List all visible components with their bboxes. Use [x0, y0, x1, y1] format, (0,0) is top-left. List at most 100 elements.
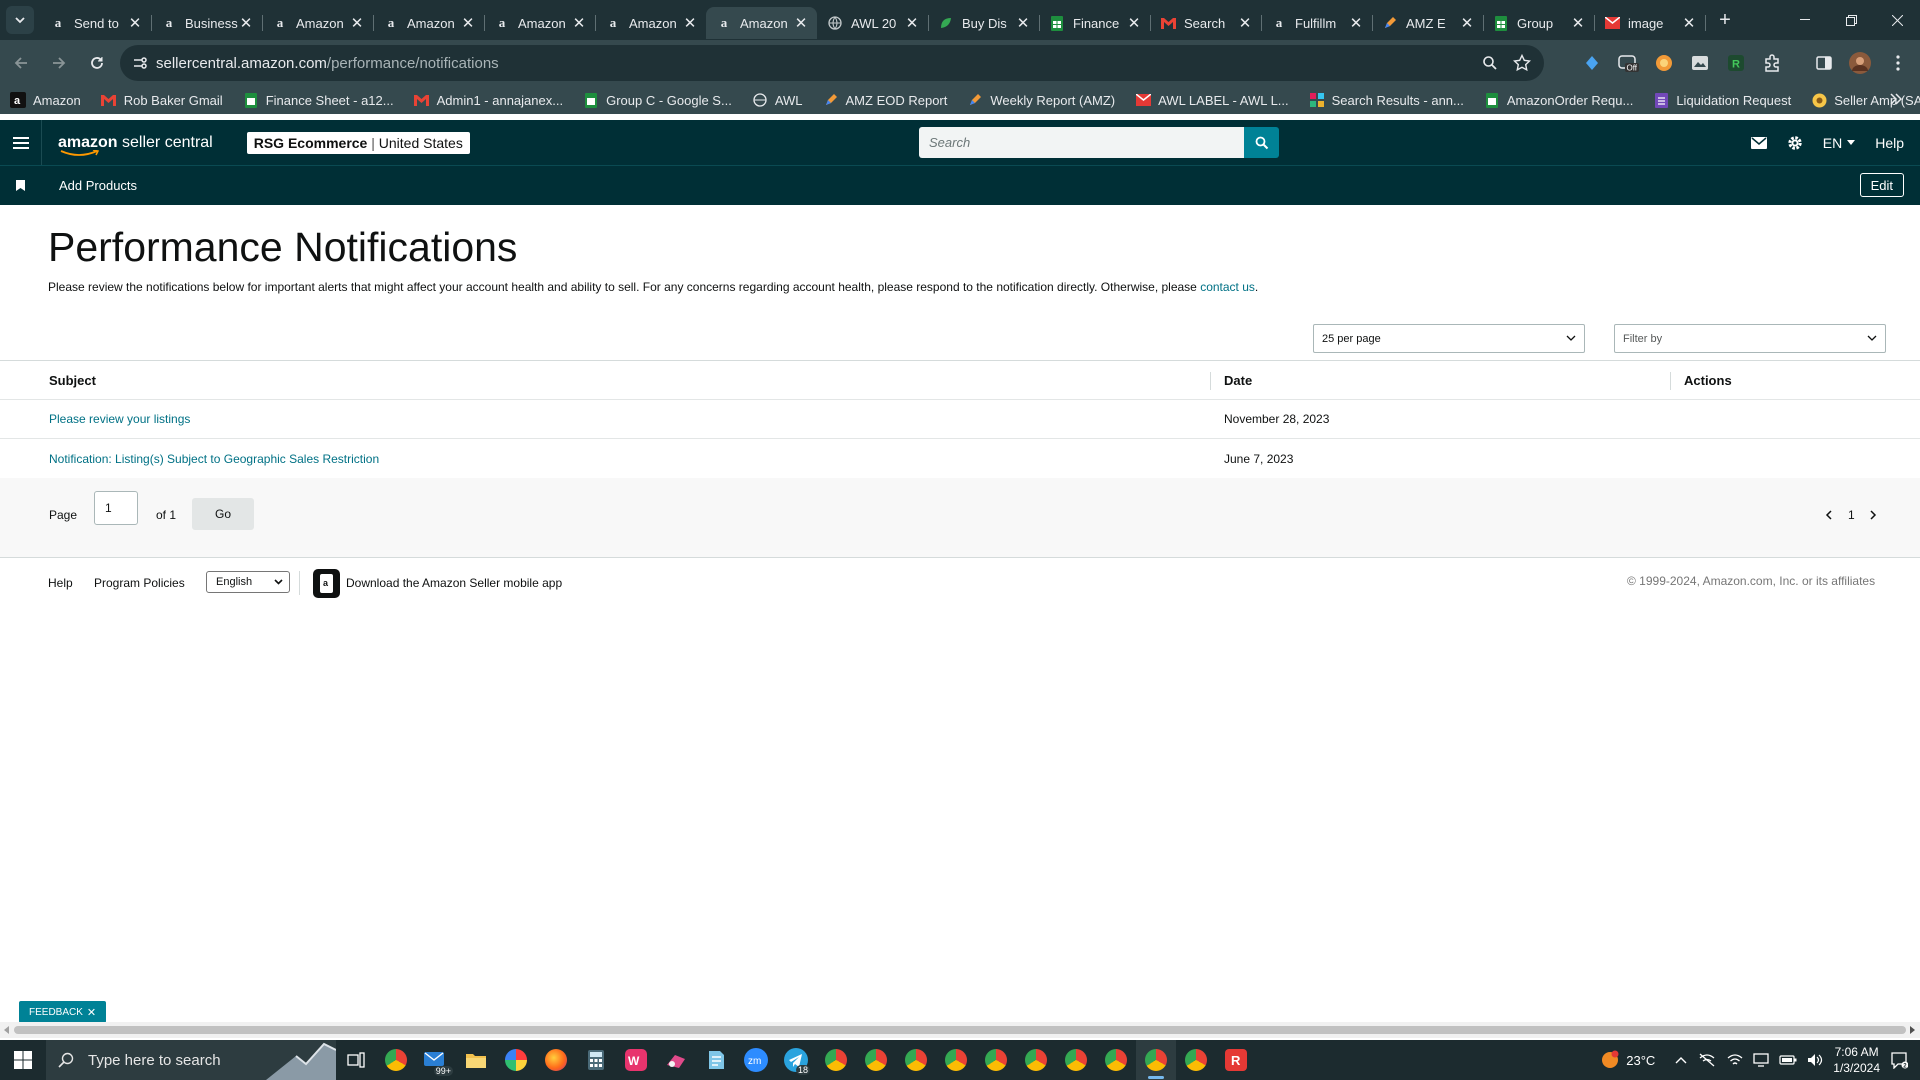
browser-tab[interactable]: image ✕: [1594, 7, 1706, 39]
language-selector[interactable]: EN: [1823, 135, 1856, 151]
network-off-icon[interactable]: [1699, 1053, 1715, 1067]
bookmark-item[interactable]: Liquidation Request: [1653, 92, 1791, 108]
extension-r-icon[interactable]: R: [1724, 51, 1748, 75]
hamburger-menu-icon[interactable]: [0, 120, 42, 165]
bookmark-item[interactable]: AmazonOrder Requ...: [1484, 92, 1633, 108]
footer-policies-link[interactable]: Program Policies: [94, 576, 185, 590]
column-date[interactable]: Date: [1224, 373, 1252, 388]
file-explorer-icon[interactable]: [456, 1040, 496, 1080]
wps-office-icon[interactable]: W: [616, 1040, 656, 1080]
notepad-icon[interactable]: [696, 1040, 736, 1080]
weather-temp[interactable]: 23°C: [1626, 1053, 1655, 1068]
chrome-profile-icon[interactable]: [856, 1040, 896, 1080]
footer-help-link[interactable]: Help: [48, 576, 73, 590]
scroll-left-icon[interactable]: [4, 1026, 10, 1034]
close-tab-icon[interactable]: ✕: [793, 15, 809, 32]
color-app-icon[interactable]: [496, 1040, 536, 1080]
site-info-icon[interactable]: [130, 53, 150, 73]
battery-icon[interactable]: [1779, 1055, 1797, 1065]
windows-start-button[interactable]: [0, 1040, 46, 1080]
browser-tab[interactable]: a Amazon ✕: [373, 7, 485, 39]
close-tab-icon[interactable]: ✕: [571, 15, 587, 32]
zoom-app-icon[interactable]: zm: [736, 1040, 776, 1080]
contact-us-link[interactable]: contact us: [1200, 280, 1255, 294]
mail-app-icon[interactable]: 99+: [416, 1040, 456, 1080]
bookmark-item[interactable]: Weekly Report (AMZ): [967, 92, 1115, 108]
back-button[interactable]: [4, 46, 38, 80]
tray-expand-icon[interactable]: [1675, 1056, 1687, 1064]
chrome-profile-icon[interactable]: [896, 1040, 936, 1080]
edit-shortcuts-button[interactable]: Edit: [1859, 173, 1904, 197]
more-bookmarks-icon[interactable]: [1890, 92, 1902, 106]
close-tab-icon[interactable]: ✕: [1126, 15, 1142, 32]
column-subject[interactable]: Subject: [49, 373, 96, 388]
browser-tab[interactable]: Search ✕: [1150, 7, 1262, 39]
remote-desktop-icon[interactable]: R: [1216, 1040, 1256, 1080]
close-tab-icon[interactable]: ✕: [1348, 15, 1364, 32]
seller-search-button[interactable]: [1244, 127, 1279, 158]
chrome-profile-icon[interactable]: [816, 1040, 856, 1080]
download-app-link[interactable]: Download the Amazon Seller mobile app: [346, 576, 562, 590]
forward-button[interactable]: [42, 46, 76, 80]
page-number-input[interactable]: 1: [94, 491, 138, 525]
side-panel-icon[interactable]: [1812, 51, 1836, 75]
bookmark-item[interactable]: AWL LABEL - AWL L...: [1135, 92, 1289, 108]
close-tab-icon[interactable]: ✕: [1570, 15, 1586, 32]
notification-subject-link[interactable]: Notification: Listing(s) Subject to Geog…: [49, 452, 379, 466]
browser-menu-icon[interactable]: [1886, 51, 1910, 75]
extension-orange-icon[interactable]: [1652, 51, 1676, 75]
per-page-dropdown[interactable]: 25 per page: [1313, 324, 1585, 353]
close-tab-icon[interactable]: ✕: [904, 15, 920, 32]
telegram-icon[interactable]: 18: [776, 1040, 816, 1080]
footer-language-select[interactable]: English: [206, 571, 290, 593]
restore-icon[interactable]: [1828, 0, 1874, 40]
scrollbar-thumb[interactable]: [14, 1026, 1906, 1034]
zoom-icon[interactable]: [1480, 53, 1500, 73]
bookmark-item[interactable]: AMZ EOD Report: [823, 92, 947, 108]
taskbar-search-box[interactable]: Type here to search: [46, 1040, 336, 1080]
close-tab-icon[interactable]: ✕: [127, 15, 143, 32]
profile-avatar-icon[interactable]: [1848, 51, 1872, 75]
chrome-active-icon[interactable]: [1136, 1040, 1176, 1080]
bookmark-flag-icon[interactable]: [16, 180, 25, 191]
close-window-icon[interactable]: [1874, 0, 1920, 40]
browser-tab[interactable]: AMZ E ✕: [1372, 7, 1484, 39]
bookmark-item[interactable]: Group C - Google S...: [583, 92, 732, 108]
chrome-profile-icon[interactable]: [1176, 1040, 1216, 1080]
browser-tab[interactable]: a Amazon ✕: [484, 7, 596, 39]
extensions-puzzle-icon[interactable]: [1760, 51, 1784, 75]
current-page[interactable]: 1: [1848, 508, 1855, 522]
close-tab-icon[interactable]: ✕: [238, 15, 254, 32]
seller-app-icon[interactable]: a: [313, 569, 340, 598]
bookmark-item[interactable]: AWL: [752, 92, 803, 108]
display-icon[interactable]: [1753, 1053, 1769, 1067]
close-tab-icon[interactable]: ✕: [682, 15, 698, 32]
weather-icon[interactable]: [1600, 1050, 1620, 1070]
close-tab-icon[interactable]: ✕: [349, 15, 365, 32]
add-products-link[interactable]: Add Products: [59, 178, 137, 193]
reload-button[interactable]: [80, 46, 114, 80]
browser-tab[interactable]: a Send to ✕: [40, 7, 152, 39]
firefox-icon[interactable]: [536, 1040, 576, 1080]
chrome-icon[interactable]: [376, 1040, 416, 1080]
seller-central-logo[interactable]: amazon seller central: [58, 134, 213, 156]
browser-tab[interactable]: a Amazon ✕: [706, 7, 817, 39]
calculator-icon[interactable]: [576, 1040, 616, 1080]
browser-tab[interactable]: Finance ✕: [1039, 7, 1151, 39]
browser-tab[interactable]: a Business ✕: [151, 7, 263, 39]
new-tab-button[interactable]: +: [1711, 6, 1739, 34]
chrome-profile-icon[interactable]: [976, 1040, 1016, 1080]
chrome-profile-icon[interactable]: [1096, 1040, 1136, 1080]
bookmark-item[interactable]: Admin1 - annajanex...: [414, 92, 563, 108]
task-view-icon[interactable]: [336, 1040, 376, 1080]
close-tab-icon[interactable]: ✕: [1015, 15, 1031, 32]
bookmark-item[interactable]: Search Results - ann...: [1309, 92, 1464, 108]
filter-dropdown[interactable]: Filter by: [1614, 324, 1886, 353]
close-icon[interactable]: ✕: [87, 1006, 96, 1019]
account-switcher[interactable]: RSG Ecommerce | United States: [246, 131, 470, 154]
chrome-profile-icon[interactable]: [1016, 1040, 1056, 1080]
horizontal-scrollbar[interactable]: [0, 1022, 1920, 1038]
extension-image-icon[interactable]: [1688, 51, 1712, 75]
bookmark-item[interactable]: Seller Amp (SAS): [1811, 92, 1920, 108]
browser-tab[interactable]: AWL 20 ✕: [817, 7, 929, 39]
